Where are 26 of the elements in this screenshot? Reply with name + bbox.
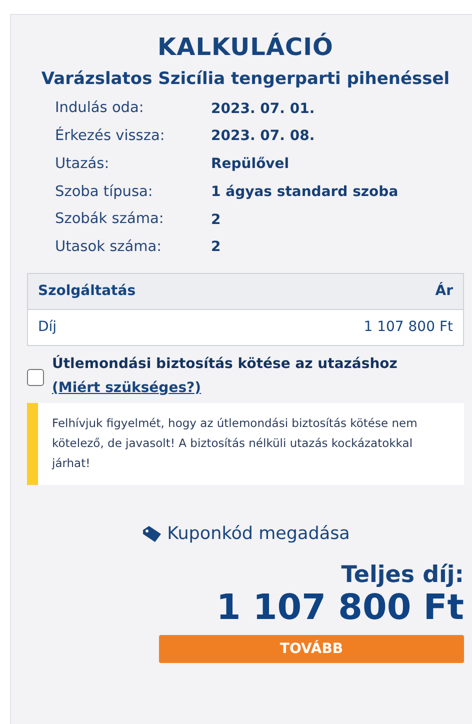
trip-title: Varázslatos Szicília tengerparti pihenéssel	[41, 69, 450, 90]
detail-value: 2023. 07. 08.	[211, 127, 316, 146]
detail-label: Indulás oda:	[55, 99, 145, 118]
detail-label: Utasok száma:	[55, 238, 163, 257]
detail-label: Utazás:	[55, 154, 110, 174]
column-header: Szolgáltatás	[38, 282, 136, 301]
service-cell-text: Díj	[38, 318, 57, 337]
coupon-link[interactable]: Kuponkód megadása	[167, 521, 350, 548]
total-label: Teljes díj:	[340, 563, 464, 589]
detail-label: Szobák száma:	[55, 210, 165, 230]
price-cell-text: 1 107 800 Ft	[364, 318, 453, 337]
insurance-label: Útlemondási biztosítás kötése az utazáshoz	[52, 354, 398, 374]
detail-label: Szoba típusa:	[55, 182, 154, 202]
column-header: Ár	[435, 281, 453, 301]
detail-label: Érkezés vissza:	[55, 126, 166, 146]
total-price: 1 107 800 Ft	[215, 588, 464, 628]
insurance-checkbox[interactable]	[27, 368, 44, 386]
detail-value: 1 ágyas standard szoba	[211, 182, 400, 202]
panel-title: KALKULÁCIÓ	[156, 32, 334, 63]
tag-icon	[141, 525, 164, 544]
detail-value: 2023. 07. 01.	[211, 100, 316, 119]
why-needed-link[interactable]: (Miért szükséges?)	[52, 380, 202, 396]
detail-value: 2	[211, 210, 222, 230]
detail-value: 2	[211, 238, 222, 258]
warning-notice: Felhívjuk figyelmét, hogy az útlemondási biztosítás kötése nem kötelező, de javasolt! A biztosítás nélküli utazás kockázatokkal járhat!	[27, 402, 464, 486]
detail-value: Repülővel	[211, 155, 290, 174]
